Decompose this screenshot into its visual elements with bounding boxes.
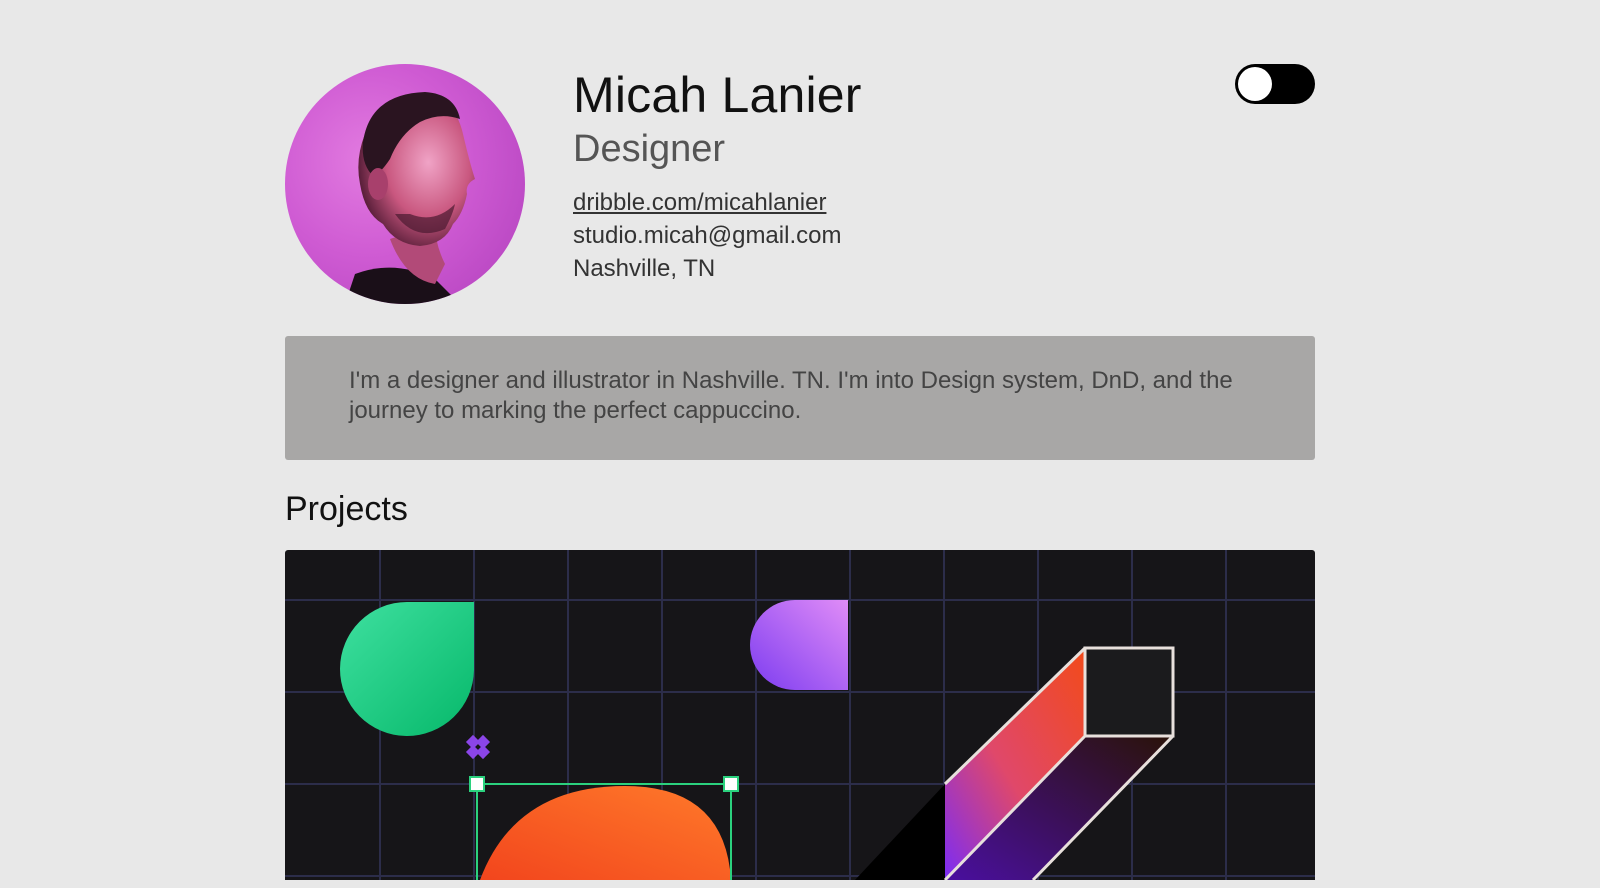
toggle-knob [1238, 67, 1272, 101]
profile-info: Micah Lanier Designer dribble.com/micahl… [573, 64, 862, 285]
profile-header: Micah Lanier Designer dribble.com/micahl… [285, 0, 1315, 330]
bio-panel: I'm a designer and illustrator in Nashvi… [285, 336, 1315, 460]
profile-page: Micah Lanier Designer dribble.com/micahl… [0, 0, 1600, 888]
location-text: Nashville, TN [573, 255, 716, 282]
theme-toggle[interactable] [1235, 64, 1315, 104]
profile-container: Micah Lanier Designer dribble.com/micahl… [285, 0, 1315, 880]
project-card[interactable] [285, 550, 1315, 880]
profile-name: Micah Lanier [573, 67, 862, 123]
avatar [285, 64, 525, 304]
profile-role: Designer [573, 128, 726, 170]
portrait-photo-icon [345, 92, 475, 304]
website-link[interactable]: dribble.com/micahlanier [573, 189, 826, 216]
contact-details: dribble.com/micahlanier studio.micah@gma… [573, 186, 862, 285]
projects-heading: Projects [285, 490, 408, 528]
email-text: studio.micah@gmail.com [573, 222, 842, 249]
bio-text: I'm a designer and illustrator in Nashvi… [349, 367, 1233, 424]
geometric-shapes-artwork-icon [285, 550, 1315, 880]
